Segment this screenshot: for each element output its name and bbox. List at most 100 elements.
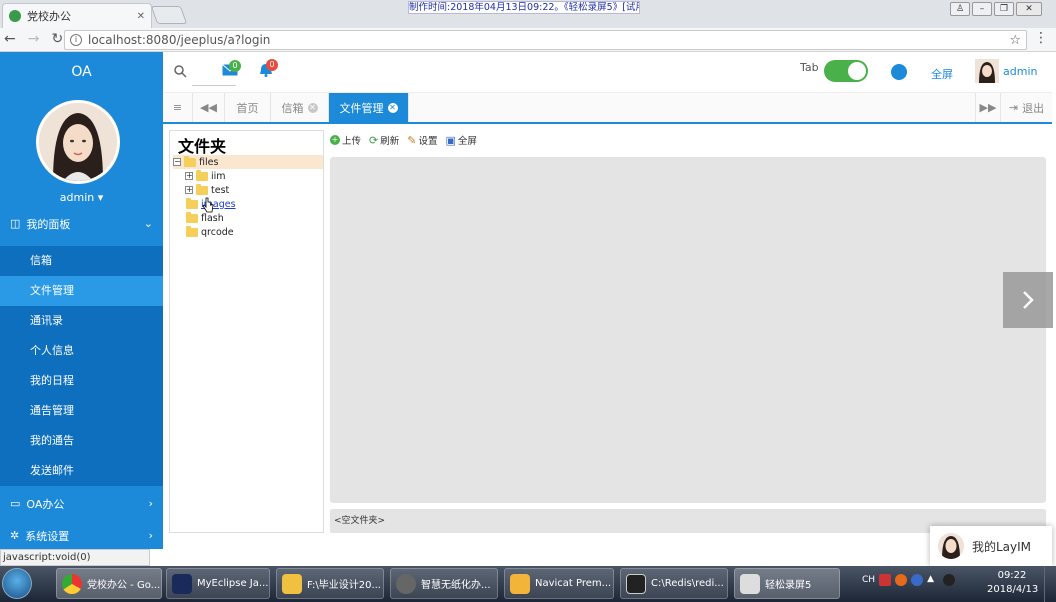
fullscreen-button[interactable]: ▣ 全屏 — [445, 133, 476, 148]
tree-node-qrcode[interactable]: qrcode — [186, 225, 234, 239]
system-clock[interactable]: 09:22 2018/4/13 — [987, 569, 1038, 597]
sidebar-group-settings[interactable]: ✲ 系统设置 › — [0, 520, 163, 551]
header-username[interactable]: admin — [1003, 65, 1037, 78]
monitor-icon: ▣ — [445, 133, 456, 147]
sidebar-item-send-mail[interactable]: 发送邮件 — [0, 456, 163, 486]
browser-menu-icon[interactable]: ⋮ — [1034, 30, 1048, 46]
sidebar-item-my-notices[interactable]: 我的通告 — [0, 426, 163, 456]
forward-icon[interactable]: → — [28, 31, 40, 47]
tree-node-files[interactable]: − files — [173, 155, 323, 169]
refresh-button[interactable]: ⟳ 刷新 — [369, 133, 399, 148]
info-icon[interactable]: i — [70, 34, 82, 46]
task-navicat[interactable]: Navicat Prem... — [504, 568, 614, 599]
notice-count-badge: 0 — [266, 59, 278, 71]
folder-icon — [186, 197, 198, 209]
reload-icon[interactable]: ↻ — [51, 31, 63, 47]
myeclipse-icon — [172, 573, 192, 594]
upload-button[interactable]: + 上传 — [330, 133, 361, 147]
folder-icon — [282, 573, 302, 594]
header-avatar[interactable] — [975, 59, 999, 83]
new-tab-button[interactable] — [150, 6, 188, 24]
page-tabs-bar: ≡ ◀◀ 首页 信箱 ✕ 文件管理 ✕ ▶▶ ⇥ 退出 — [163, 93, 1052, 124]
refresh-icon: ⟳ — [369, 133, 379, 147]
task-myeclipse[interactable]: MyEclipse Ja... — [166, 568, 270, 599]
logout-icon: ⇥ — [1008, 101, 1019, 114]
language-indicator[interactable]: CH — [862, 575, 875, 585]
sidebar-brand: OA — [71, 64, 92, 80]
wrench-icon: ✎ — [407, 133, 417, 147]
browser-tab[interactable]: 党校办公 ✕ — [2, 3, 152, 28]
folder-icon — [186, 211, 198, 223]
task-chrome[interactable]: 党校办公 - Go... — [56, 568, 162, 599]
back-icon[interactable]: ← — [4, 31, 16, 47]
tab-mode-toggle[interactable] — [824, 60, 868, 82]
theme-color-dot[interactable] — [891, 64, 907, 80]
sidebar-group-my-panel[interactable]: ◫ 我的面板 ⌄ — [0, 208, 163, 239]
close-icon[interactable]: ✕ — [307, 102, 318, 113]
tray-app-icon[interactable] — [879, 574, 892, 586]
sidebar-item-file-manager[interactable]: 文件管理 — [0, 276, 163, 306]
file-list-area[interactable] — [330, 157, 1046, 503]
folder-tree-panel: 文件夹 − files + iim + test images flash qrcod… — [169, 130, 324, 533]
app-icon — [396, 573, 416, 594]
sidebar-item-schedule[interactable]: 我的日程 — [0, 366, 163, 396]
folder-icon — [196, 183, 208, 195]
minimize-icon[interactable]: – — [972, 2, 992, 16]
logout-button[interactable]: ⇥ 退出 — [1001, 93, 1052, 122]
start-button[interactable] — [2, 568, 32, 599]
nav-buttons: ← → ↻ — [4, 31, 63, 47]
carousel-next-button[interactable] — [1003, 272, 1053, 328]
url-field[interactable]: i localhost:8080/jeeplus/a?login ☆ — [64, 30, 1027, 50]
tab-mailbox[interactable]: 信箱 ✕ — [271, 93, 329, 122]
laylm-launcher[interactable]: 我的LayIM — [930, 526, 1052, 566]
panel-icon: ◫ — [10, 217, 21, 230]
chevron-down-icon: ⌄ — [143, 217, 153, 230]
sidebar-item-contacts[interactable]: 通讯录 — [0, 306, 163, 336]
help-icon[interactable] — [911, 574, 924, 586]
task-recorder[interactable]: 轻松录屏5 — [734, 568, 840, 599]
qq-icon[interactable] — [943, 574, 956, 586]
avatar[interactable] — [36, 100, 120, 184]
monitor-icon: ▭ — [10, 497, 21, 510]
sidebar-item-profile[interactable]: 个人信息 — [0, 336, 163, 366]
tree-node-flash[interactable]: flash — [186, 211, 224, 225]
navicat-icon — [510, 573, 530, 594]
folder-icon — [196, 169, 208, 181]
maximize-icon[interactable]: ❐ — [994, 2, 1014, 16]
task-paperless[interactable]: 智慧无纸化办... — [390, 568, 498, 599]
show-desktop-button[interactable] — [1044, 566, 1056, 602]
expand-icon[interactable]: + — [185, 172, 193, 180]
folder-icon — [184, 155, 196, 167]
window-controls: ♙ – ❐ ✕ — [950, 2, 1042, 16]
sidebar-group-oa[interactable]: ▭ OA办公 › — [0, 488, 163, 519]
tray-arrow-icon[interactable]: ▲ — [927, 574, 939, 586]
collapse-icon[interactable]: − — [173, 158, 181, 166]
bookmark-star-icon[interactable]: ☆ — [1009, 33, 1021, 48]
cursor-icon — [202, 197, 214, 213]
fullscreen-link[interactable]: 全屏 — [931, 66, 953, 82]
sidebar-item-notice-manage[interactable]: 通告管理 — [0, 396, 163, 426]
task-explorer[interactable]: F:\毕业设计20... — [276, 568, 384, 599]
close-window-icon[interactable]: ✕ — [1016, 2, 1042, 16]
tree-node-test[interactable]: + test — [185, 183, 229, 197]
tab-file-manager[interactable]: 文件管理 ✕ — [329, 93, 409, 122]
sidebar-item-mailbox[interactable]: 信箱 — [0, 246, 163, 276]
top-header: 0 0 Tab 全屏 admin — [163, 52, 1052, 93]
user-icon[interactable]: ♙ — [950, 2, 970, 16]
tab-title: 党校办公 — [27, 10, 71, 23]
expand-icon[interactable]: + — [185, 186, 193, 194]
tray-s-icon[interactable] — [895, 574, 908, 586]
tab-home[interactable]: 首页 — [225, 93, 271, 122]
tree-node-iim[interactable]: + iim — [185, 169, 226, 183]
tab-scroll-right-icon[interactable]: ▶▶ — [975, 93, 1001, 122]
tab-menu-icon[interactable]: ≡ — [163, 93, 193, 122]
tab-close-icon[interactable]: ✕ — [137, 11, 145, 22]
task-redis[interactable]: C:\Redis\redi... — [620, 568, 728, 599]
close-icon[interactable]: ✕ — [387, 102, 398, 113]
laylm-avatar — [938, 533, 964, 559]
tab-scroll-left-icon[interactable]: ◀◀ — [193, 93, 225, 122]
terminal-icon — [626, 573, 646, 594]
sidebar-username[interactable]: admin ▾ — [0, 191, 163, 204]
settings-button[interactable]: ✎ 设置 — [407, 133, 437, 148]
search-icon[interactable] — [173, 64, 187, 78]
